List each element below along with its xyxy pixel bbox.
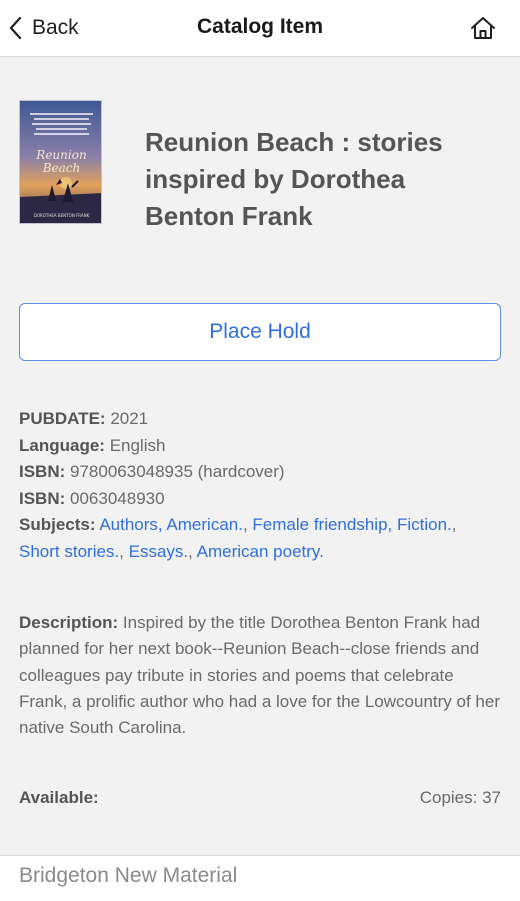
available-label: Available:: [19, 788, 99, 807]
isbn-label: ISBN:: [19, 488, 66, 508]
subject-link[interactable]: American poetry.: [197, 542, 324, 561]
language-value: English: [109, 435, 166, 455]
description-label: Description:: [19, 613, 119, 632]
location-name: Bridgeton New Material: [19, 864, 238, 887]
isbn-label: ISBN:: [19, 462, 66, 481]
subject-link[interactable]: Authors, American.: [99, 515, 243, 534]
pubdate-label: PUBDATE:: [19, 409, 106, 428]
item-title: Reunion Beach : stories inspired by Doro…: [145, 127, 443, 231]
language-label: Language:: [19, 435, 105, 455]
description: Description: Inspired by the title Dorot…: [19, 610, 501, 741]
copies-count: Copies: 37: [419, 788, 501, 807]
language-row: Language: English: [19, 433, 489, 460]
book-cover-image: Reunion Beach DOROTHEA BENTON FRANK: [19, 100, 102, 224]
subject-link[interactable]: Female friendship, Fiction.: [252, 515, 451, 534]
subjects-label: Subjects:: [19, 515, 96, 534]
cover-byline: DOROTHEA BENTON FRANK: [34, 213, 90, 218]
subject-link[interactable]: Short stories.: [19, 542, 119, 561]
place-hold-button[interactable]: Place Hold: [19, 303, 501, 361]
isbn-value: 9780063048935 (hardcover): [70, 462, 285, 481]
pubdate-value: 2021: [110, 409, 149, 428]
isbn-row: ISBN: 0063048930: [19, 486, 489, 513]
isbn-value: 0063048930: [70, 488, 165, 508]
home-icon[interactable]: [470, 16, 496, 40]
page-title: Catalog Item: [196, 15, 324, 38]
isbn-row: ISBN: 9780063048935 (hardcover): [19, 459, 489, 486]
cover-title-line1: Reunion: [35, 148, 86, 162]
item-details: PUBDATE: 2021 Language: English ISBN: 97…: [19, 406, 489, 565]
pubdate-row: PUBDATE: 2021: [19, 406, 489, 433]
nav-bar: Back Catalog Item: [0, 0, 520, 57]
location-row[interactable]: Bridgeton New Material: [0, 855, 520, 901]
cover-title-line2: Beach: [42, 161, 81, 175]
subject-link[interactable]: Essays.: [129, 542, 189, 561]
subjects-row: Subjects: Authors, American., Female fri…: [19, 515, 457, 561]
